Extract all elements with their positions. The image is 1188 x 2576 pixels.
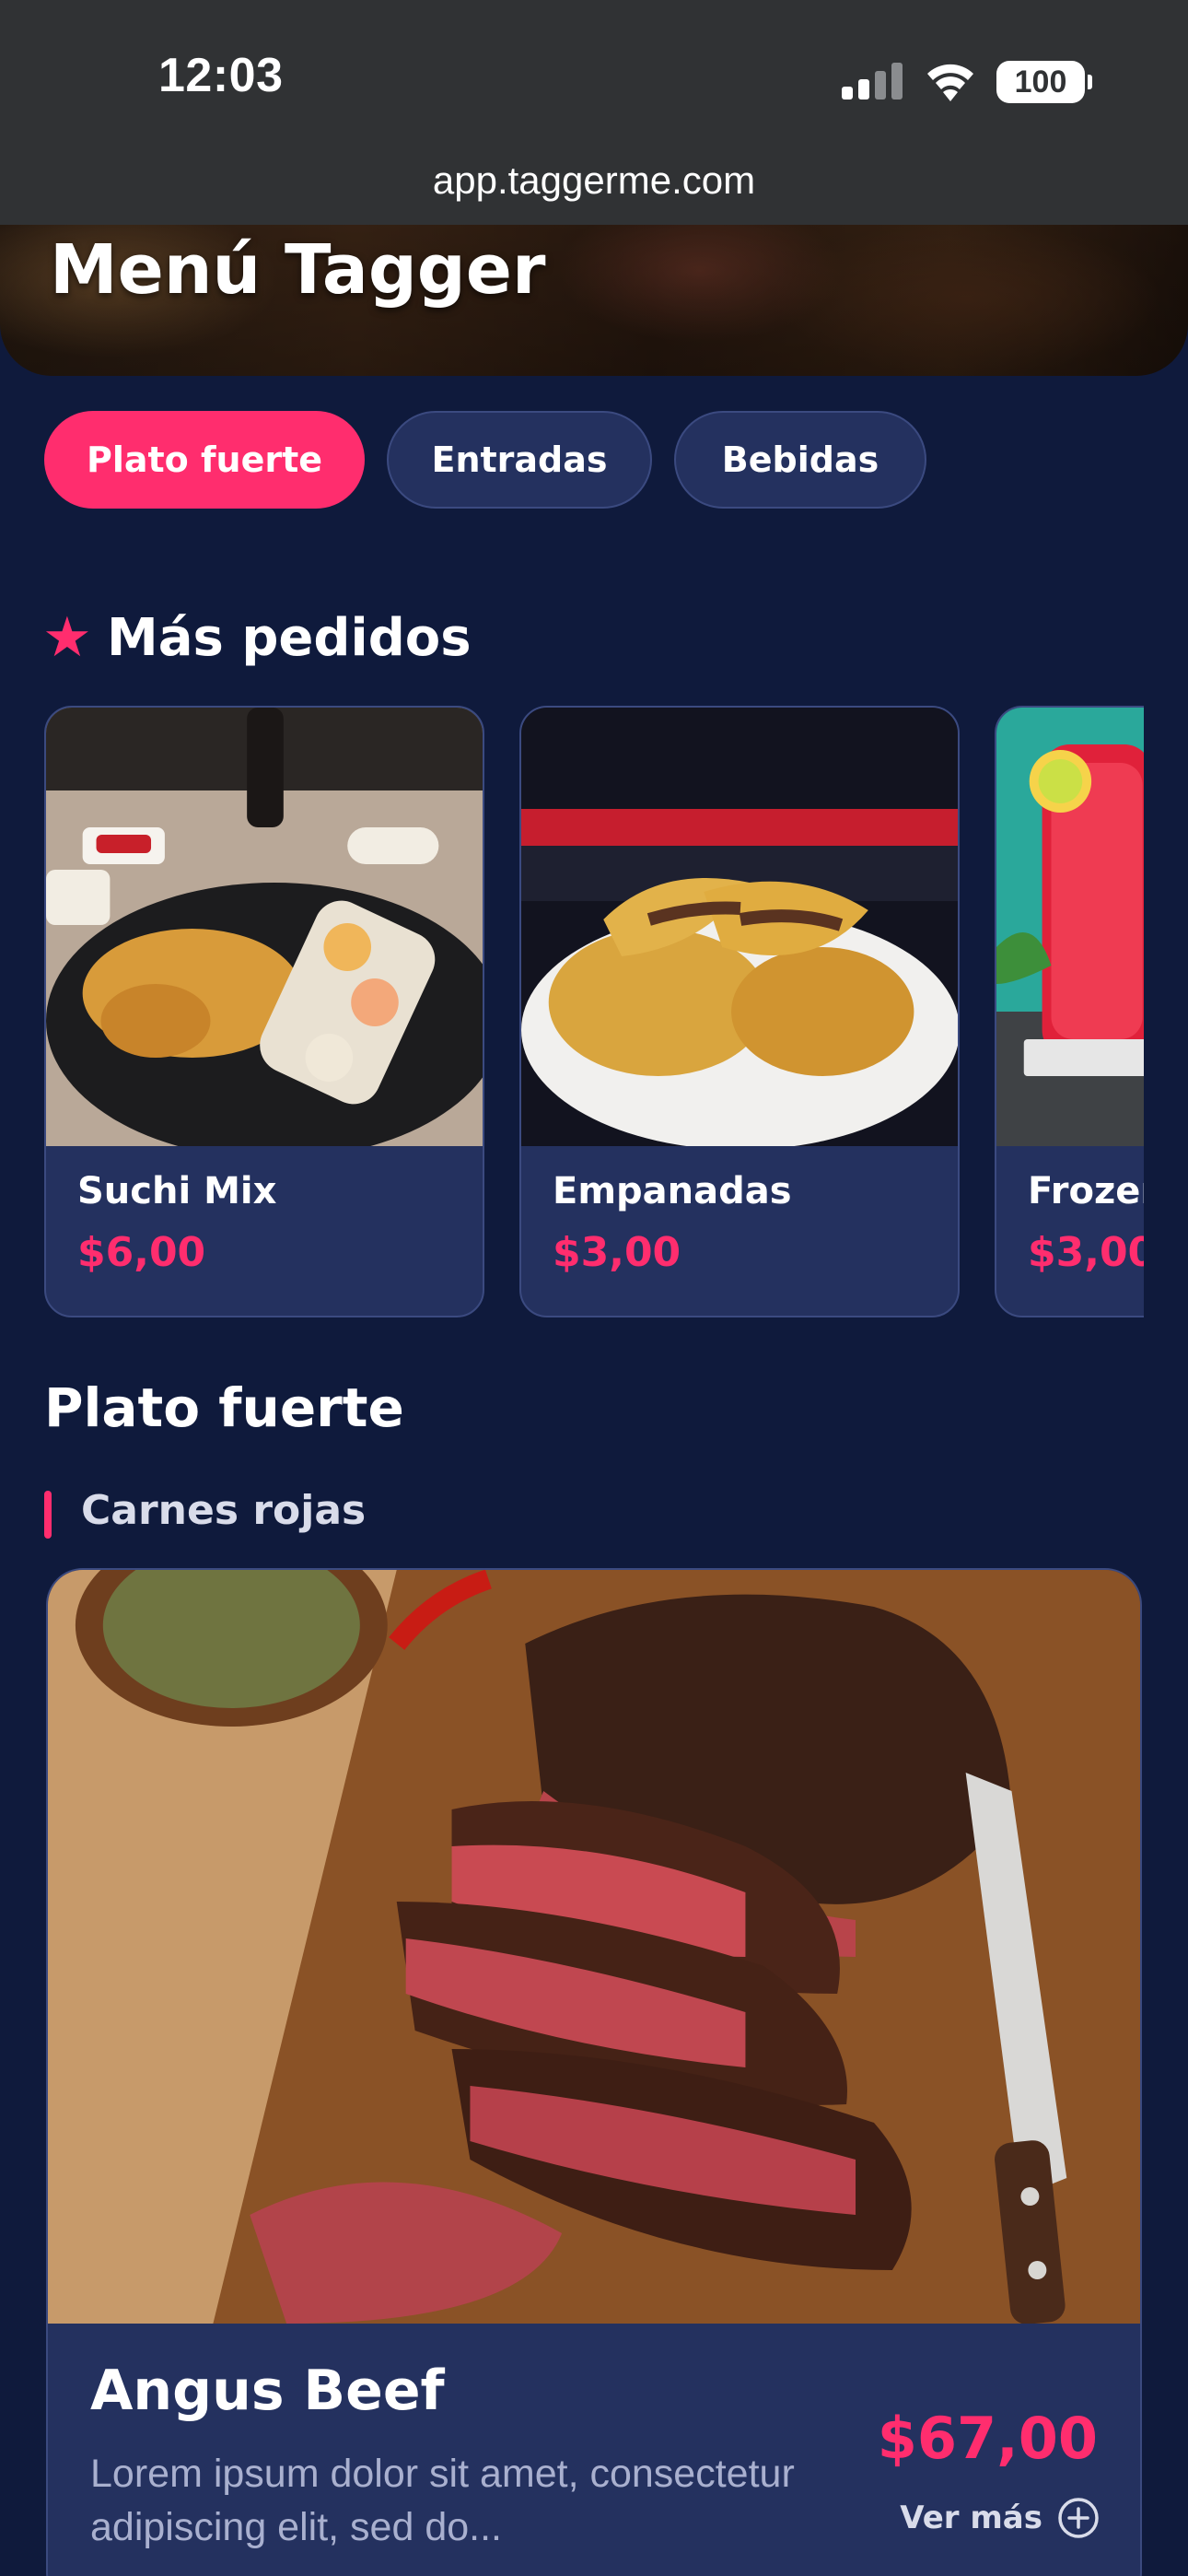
popular-card-frozen[interactable]: Frozen $3,00 — [995, 706, 1144, 1317]
battery-level: 100 — [1014, 64, 1067, 100]
plus-circle-icon — [1058, 2498, 1099, 2538]
section-title-main: Plato fuerte — [44, 1376, 404, 1439]
battery-icon: 100 — [996, 61, 1092, 103]
see-more-button[interactable]: Ver más — [900, 2497, 1100, 2539]
product-card-angus-beef[interactable]: Angus Beef Lorem ipsum dolor sit amet, c… — [46, 1568, 1142, 2576]
product-description: Lorem ipsum dolor sit amet, consectetur … — [90, 2452, 795, 2549]
page-title: Menú Tagger — [50, 230, 546, 310]
tab-entradas[interactable]: Entradas — [387, 411, 652, 509]
star-icon: ★ — [42, 605, 92, 670]
empanadas-image — [521, 708, 958, 1146]
suchi-mix-image — [46, 708, 483, 1146]
subsection-title: Carnes rojas — [81, 1487, 367, 1534]
see-more-label: Ver más — [900, 2500, 1042, 2536]
hero-banner: Menú Tagger — [0, 225, 1188, 376]
popular-card-suchi-mix[interactable]: Suchi Mix $6,00 — [44, 706, 484, 1317]
card-price: $6,00 — [77, 1229, 206, 1276]
section-title-popular: Más pedidos — [107, 608, 472, 668]
wifi-icon — [927, 64, 973, 101]
card-name: Frozen — [1028, 1170, 1144, 1212]
frozen-image — [996, 708, 1144, 1146]
browser-top-bar: 12:03 100 app.taggerme.com — [0, 0, 1188, 225]
popular-card-empanadas[interactable]: Empanadas $3,00 — [519, 706, 960, 1317]
url-bar[interactable]: app.taggerme.com — [0, 158, 1188, 203]
tab-bebidas[interactable]: Bebidas — [674, 411, 926, 509]
popular-carousel[interactable]: Suchi Mix $6,00 Empanadas $3,00 Froze $3… — [0, 706, 1144, 1317]
card-price: $3,00 — [553, 1229, 681, 1276]
status-time: 12:03 — [158, 49, 284, 102]
card-price: $3,00 — [1028, 1229, 1144, 1276]
tab-plato-fuerte[interactable]: Plato fuerte — [44, 411, 365, 509]
signal-icon — [842, 63, 903, 100]
screen: 12:03 100 app.taggerme.com Menú Tagger P… — [0, 0, 1188, 2576]
card-name: Suchi Mix — [77, 1170, 277, 1212]
card-name: Empanadas — [553, 1170, 792, 1212]
subsection-accent-bar — [44, 1491, 52, 1539]
product-name: Angus Beef — [90, 2359, 445, 2423]
angus-beef-image — [48, 1570, 1140, 2324]
product-price: $67,00 — [877, 2405, 1098, 2472]
